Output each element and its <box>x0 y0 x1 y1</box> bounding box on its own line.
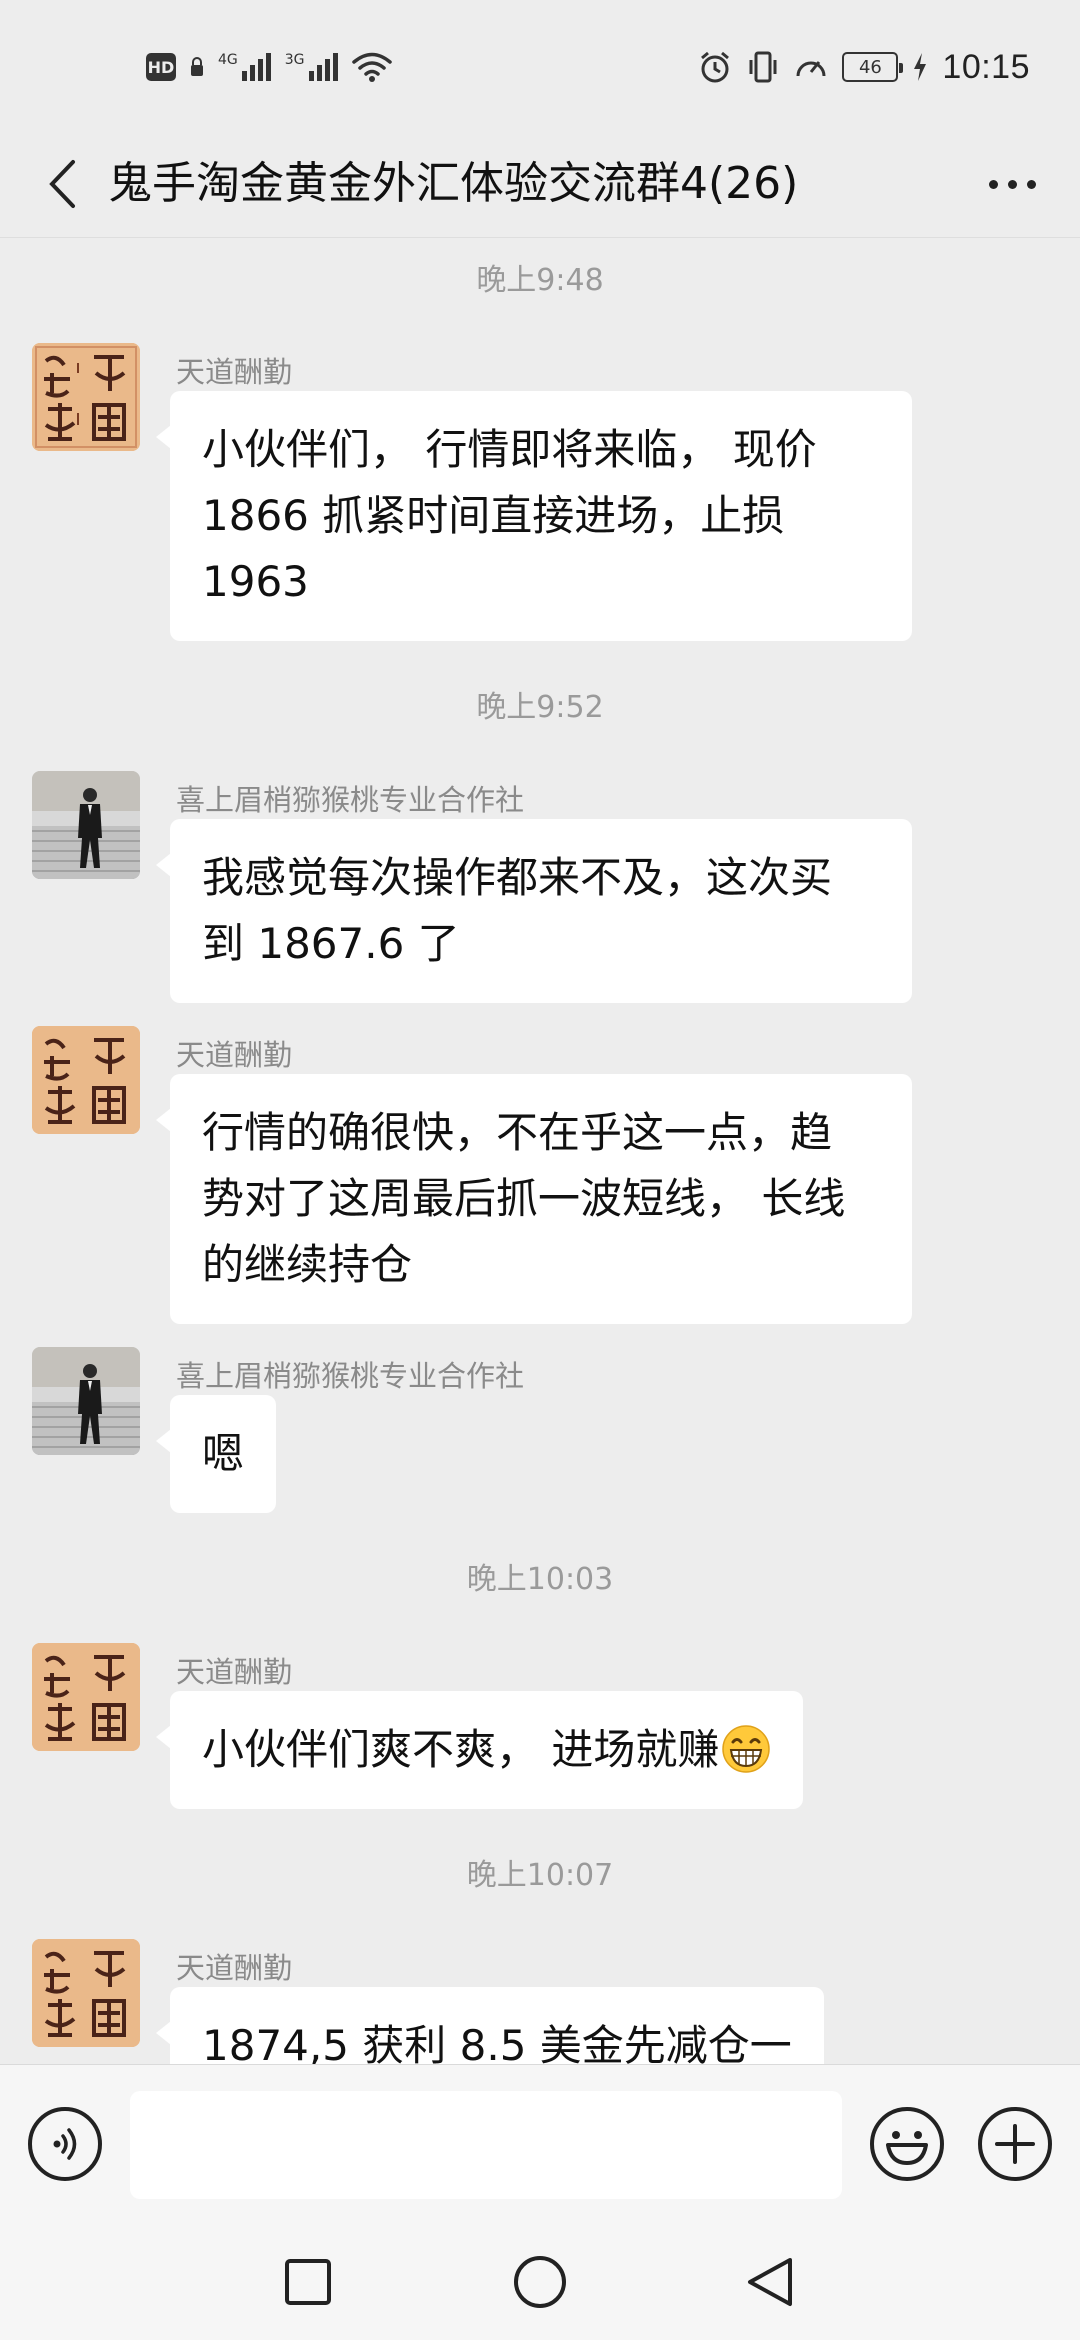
wifi-icon <box>351 52 392 82</box>
seal-avatar-image <box>32 1026 140 1134</box>
sender-name: 天道酬勤 <box>176 355 293 389</box>
alarm-icon <box>701 51 730 83</box>
message-bubble[interactable]: 小伙伴们， 行情即将来临， 现价 1866 抓紧时间直接进场，止损 1963 <box>156 391 912 641</box>
message-text-line: 行情的确很快，不在乎这一点，趋 <box>202 1108 833 1157</box>
message-text-line: 势对了这周最后抓一波短线， 长线 <box>202 1174 846 1223</box>
grinning-emoji-icon <box>722 1725 771 1773</box>
recents-button[interactable] <box>278 2252 338 2312</box>
message-text-line: 小伙伴们， 行情即将来临， 现价 <box>202 425 817 474</box>
message-text-line: 1963 <box>202 557 309 606</box>
status-right-group: 46 10:15 <box>698 44 1030 90</box>
timestamp-separator: 晚上10:03 <box>466 1562 614 1597</box>
message-bubble[interactable]: 我感觉每次操作都来不及，这次买 到 1867.6 了 <box>156 819 912 1003</box>
plus-icon <box>995 2124 1035 2164</box>
photo-avatar-image <box>32 1347 140 1455</box>
message-text-line: 我感觉每次操作都来不及，这次买 <box>202 853 833 902</box>
chat-title: 鬼手淘金黄金外汇体验交流群4(26) <box>108 158 799 209</box>
battery-indicator: 46 <box>842 52 904 82</box>
network-type-1: 4G <box>218 52 238 68</box>
home-button[interactable] <box>510 2252 570 2312</box>
network-type-2: 3G <box>284 52 305 68</box>
message-text: 小伙伴们爽不爽， 进场就赚 <box>202 1725 720 1774</box>
chat-header: 鬼手淘金黄金外汇体验交流群4(26) <box>0 130 1080 238</box>
sender-name: 天道酬勤 <box>176 1655 293 1689</box>
message-input[interactable] <box>130 2091 842 2199</box>
speed-icon <box>796 61 826 77</box>
emoji-button[interactable] <box>870 2107 944 2181</box>
timestamp-separator: 晚上9:48 <box>476 263 604 298</box>
back-nav-button[interactable] <box>740 2252 800 2312</box>
voice-icon <box>53 2128 77 2160</box>
message-bubble[interactable]: 行情的确很快，不在乎这一点，趋 势对了这周最后抓一波短线， 长线 的继续持仓 <box>156 1074 912 1324</box>
small-lock-icon <box>191 57 203 76</box>
home-circle-icon <box>514 2256 566 2308</box>
seal-avatar-image <box>32 1939 140 2047</box>
vibrate-icon <box>749 51 777 83</box>
charging-icon <box>914 53 927 81</box>
message-bubble[interactable]: 小伙伴们爽不爽， 进场就赚 <box>155 1691 804 1809</box>
timestamp-separator: 晚上10:07 <box>466 1858 614 1893</box>
message-text-line: 的继续持仓 <box>202 1240 413 1289</box>
signal-group-2: 3G <box>285 53 338 81</box>
more-options-button[interactable] <box>972 150 1052 218</box>
timestamp-separator: 晚上9:52 <box>476 690 604 725</box>
status-time: 10:15 <box>942 47 1030 86</box>
seal-avatar[interactable] <box>32 343 140 451</box>
seal-avatar-image <box>32 343 140 451</box>
photo-avatar-image <box>32 771 140 879</box>
photo-avatar[interactable] <box>32 771 140 879</box>
sender-name: 喜上眉梢猕猴桃专业合作社 <box>176 783 525 817</box>
message-bubble[interactable]: 1874,5 获利 8.5 美金先减仓一 <box>156 1987 824 2064</box>
hd-badge: HD <box>146 53 176 81</box>
signal-bars-icon <box>241 53 271 81</box>
chevron-left-icon <box>49 160 75 208</box>
message-text-line: 1866 抓紧时间直接进场，止损 <box>202 491 785 540</box>
signal-bars-icon <box>308 53 338 81</box>
seal-avatar[interactable] <box>32 1643 140 1751</box>
message-text-line: 嗯 <box>202 1429 245 1478</box>
message-text-line: 1874,5 获利 8.5 美金先减仓一 <box>202 2021 792 2064</box>
seal-avatar-image <box>32 1643 140 1751</box>
sender-name: 喜上眉梢猕猴桃专业合作社 <box>176 1359 525 1393</box>
more-dots-icon <box>988 179 998 189</box>
system-navigation-bar <box>0 2224 1080 2340</box>
sender-name: 天道酬勤 <box>176 1951 293 1985</box>
seal-avatar[interactable] <box>32 1026 140 1134</box>
voice-button[interactable] <box>28 2107 102 2181</box>
signal-group-1: 4G <box>218 53 271 81</box>
message-text-line: 小伙伴们爽不爽， 进场就赚 <box>202 1717 771 1783</box>
status-left-group: HD 4G 3G <box>146 44 392 90</box>
message-bubble[interactable]: 嗯 <box>155 1395 277 1513</box>
recents-square-icon <box>285 2259 331 2305</box>
back-triangle-icon <box>748 2258 792 2306</box>
photo-avatar[interactable] <box>32 1347 140 1455</box>
chat-message-list[interactable]: 晚上9:48 天道酬勤 小伙伴们， 行情即将来临， 现价 1866 抓紧时间直接… <box>0 239 1080 2064</box>
status-bar: HD 4G 3G 46 10:15 <box>0 0 1080 130</box>
message-input-bar <box>0 2064 1080 2224</box>
seal-avatar[interactable] <box>32 1939 140 2047</box>
more-functions-button[interactable] <box>978 2107 1052 2181</box>
back-button[interactable] <box>28 150 96 218</box>
emoji-icon <box>886 2131 928 2165</box>
message-text-line: 到 1867.6 了 <box>202 919 460 968</box>
sender-name: 天道酬勤 <box>176 1038 293 1072</box>
